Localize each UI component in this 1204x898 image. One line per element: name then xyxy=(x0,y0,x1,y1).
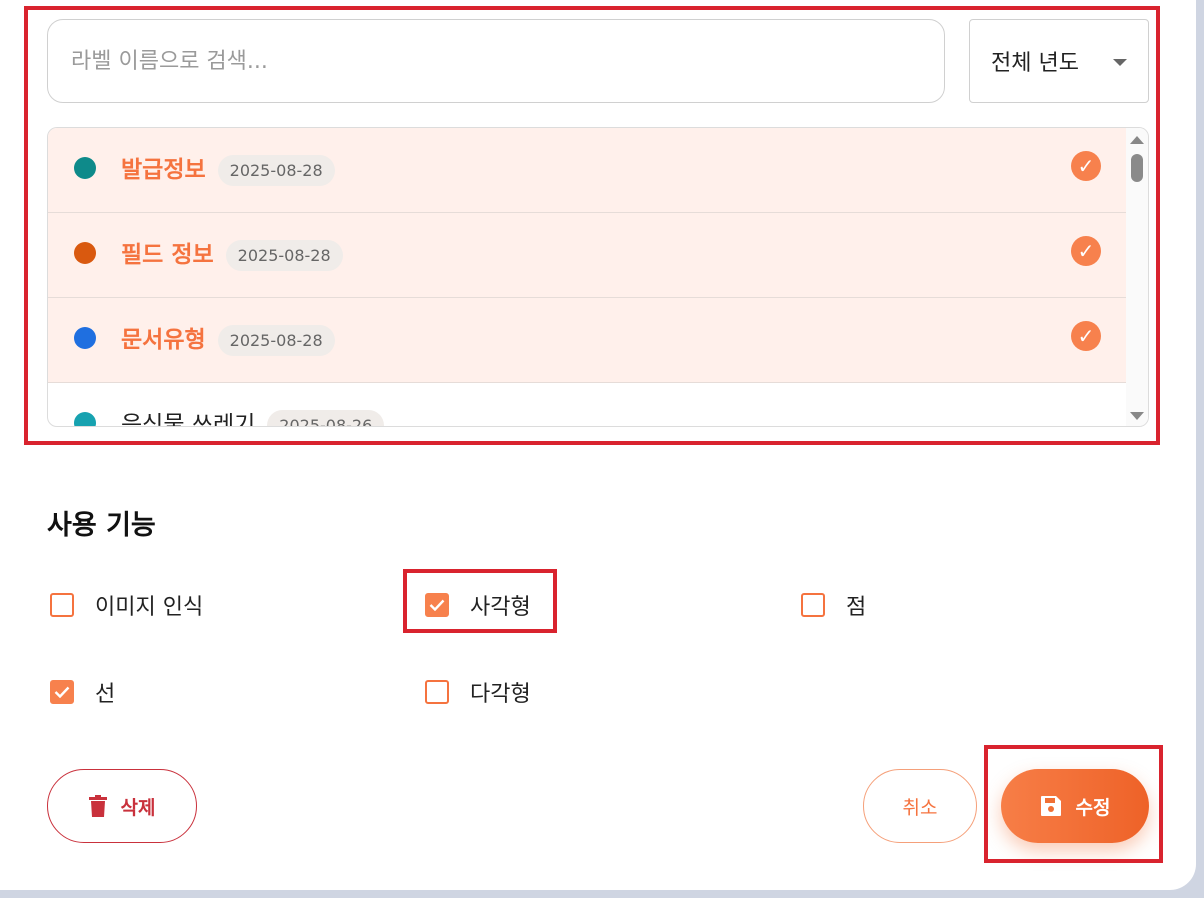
label-color-dot xyxy=(74,412,96,426)
label-color-dot xyxy=(74,242,96,264)
scrollbar-thumb[interactable] xyxy=(1131,154,1143,182)
label-list[interactable]: 발급정보 2025-08-28 ✓ 필드 정보 2025-08-28 ✓ 문서유형 2… xyxy=(47,127,1149,427)
features-section-title: 사용 기능 xyxy=(47,510,156,541)
label-color-dot xyxy=(74,157,96,179)
checkbox[interactable] xyxy=(801,593,825,617)
label-row[interactable]: 문서유형 2025-08-28 ✓ xyxy=(48,298,1126,383)
label-name: 문서유형 2025-08-28 xyxy=(121,320,335,356)
label-edit-panel: 전체 년도 발급정보 2025-08-28 ✓ 필드 정보 2025-08-28 ✓… xyxy=(0,0,1196,890)
delete-button-label: 삭제 xyxy=(120,796,156,819)
feature-image-recognition[interactable]: 이미지 인식 xyxy=(50,589,203,621)
scroll-down-arrow-icon[interactable] xyxy=(1130,412,1144,420)
save-floppy-icon xyxy=(1040,796,1061,816)
feature-label: 점 xyxy=(846,595,867,620)
label-color-dot xyxy=(74,327,96,349)
feature-label: 선 xyxy=(95,682,116,707)
label-row[interactable]: 음식물 쓰레기 2025-08-26 xyxy=(48,383,1126,427)
check-circle-icon: ✓ xyxy=(1071,236,1101,266)
checkbox-checked[interactable] xyxy=(425,593,449,617)
label-name: 음식물 쓰레기 2025-08-26 xyxy=(121,405,385,427)
label-date-badge: 2025-08-26 xyxy=(267,410,385,426)
feature-label: 다각형 xyxy=(470,682,531,707)
label-name: 발급정보 2025-08-28 xyxy=(121,150,335,186)
label-search-input[interactable] xyxy=(69,47,944,75)
label-date-badge: 2025-08-28 xyxy=(217,325,335,356)
cancel-button[interactable]: 취소 xyxy=(863,769,977,843)
feature-label: 이미지 인식 xyxy=(95,595,204,620)
label-name-text: 발급정보 xyxy=(121,157,206,183)
label-row[interactable]: 필드 정보 2025-08-28 ✓ xyxy=(48,213,1126,298)
check-circle-icon: ✓ xyxy=(1071,151,1101,181)
save-button-label: 수정 xyxy=(1075,796,1111,819)
list-scrollbar[interactable] xyxy=(1126,128,1148,426)
feature-point[interactable]: 점 xyxy=(801,589,866,621)
label-search-box[interactable] xyxy=(47,19,945,103)
save-button[interactable]: 수정 xyxy=(1001,769,1149,843)
year-filter-value: 전체 년도 xyxy=(991,51,1079,76)
feature-rectangle[interactable]: 사각형 xyxy=(425,589,531,621)
label-date-badge: 2025-08-28 xyxy=(225,240,343,271)
label-name-text: 문서유형 xyxy=(121,327,206,353)
label-date-badge: 2025-08-28 xyxy=(217,155,335,186)
feature-line[interactable]: 선 xyxy=(50,676,115,708)
feature-label: 사각형 xyxy=(470,595,531,620)
label-row[interactable]: 발급정보 2025-08-28 ✓ xyxy=(48,128,1126,213)
delete-button[interactable]: 삭제 xyxy=(47,769,197,843)
label-name: 필드 정보 2025-08-28 xyxy=(121,235,343,271)
label-name-text: 필드 정보 xyxy=(121,242,214,268)
checkbox[interactable] xyxy=(50,593,74,617)
check-circle-icon: ✓ xyxy=(1071,321,1101,351)
year-filter-select[interactable]: 전체 년도 xyxy=(969,19,1149,103)
trash-icon xyxy=(88,795,107,817)
label-name-text: 음식물 쓰레기 xyxy=(121,412,256,427)
feature-polygon[interactable]: 다각형 xyxy=(425,676,531,708)
cancel-button-label: 취소 xyxy=(902,796,938,819)
checkbox[interactable] xyxy=(425,680,449,704)
caret-down-icon xyxy=(1113,59,1127,66)
checkbox-checked[interactable] xyxy=(50,680,74,704)
scroll-up-arrow-icon[interactable] xyxy=(1130,136,1144,144)
